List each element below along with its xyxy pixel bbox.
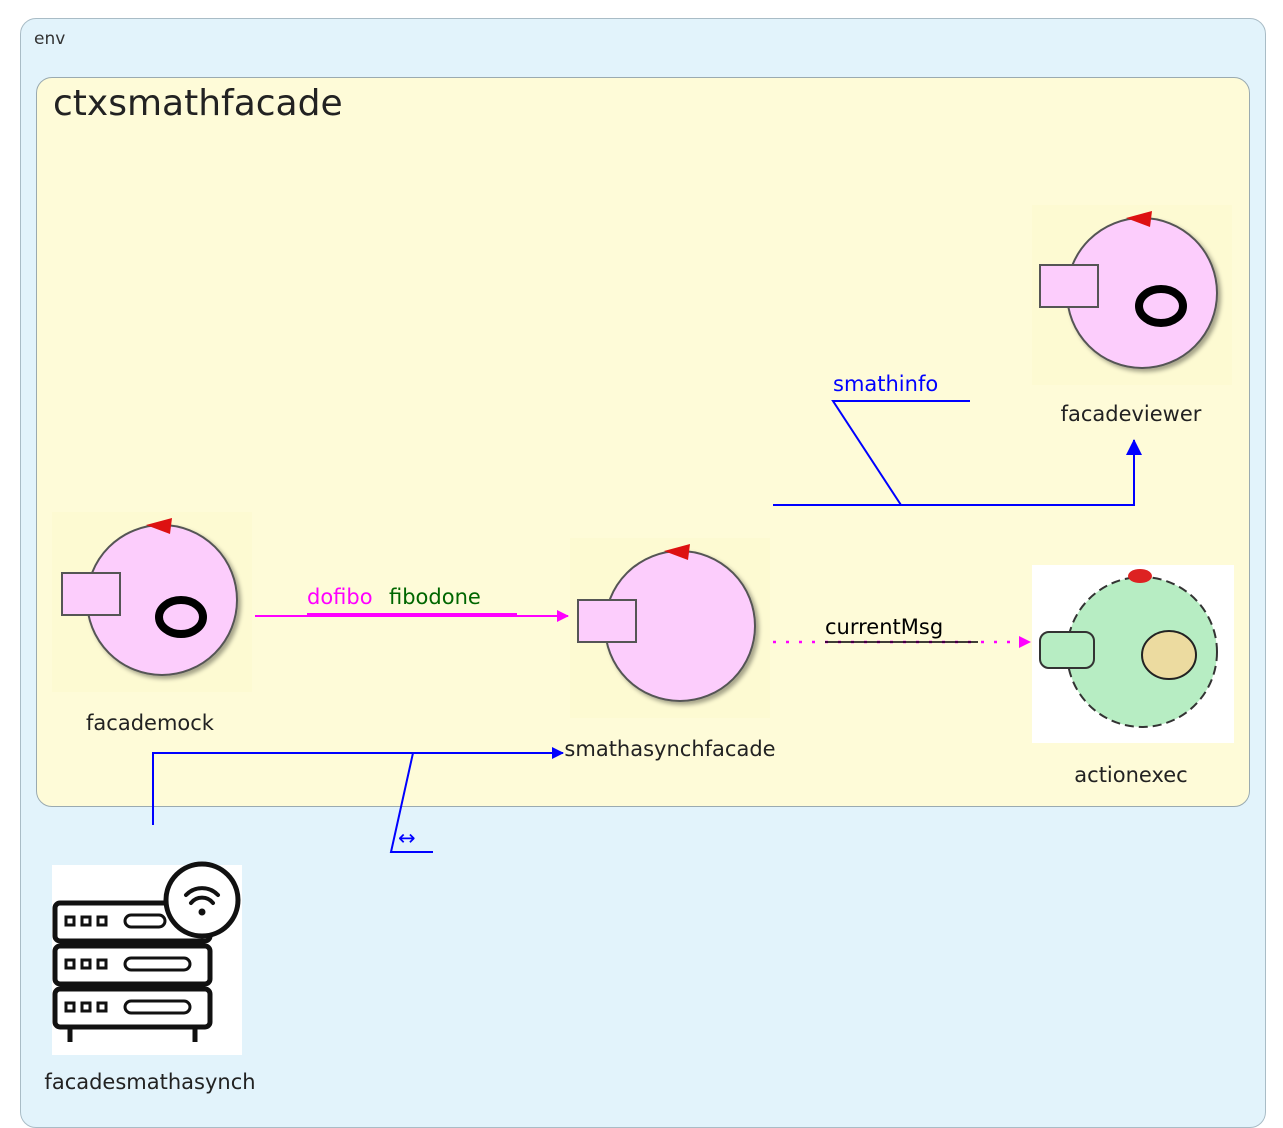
- smathasynchfacade-label: smathasynchfacade: [564, 737, 776, 761]
- facadeviewer-actor-icon[interactable]: [1032, 205, 1232, 385]
- facadeviewer-label: facadeviewer: [1060, 402, 1202, 426]
- facadesmathasynch-label: facadesmathasynch: [44, 1070, 256, 1094]
- bidirectional-label: ↔: [398, 826, 416, 850]
- fibodone-label: fibodone: [389, 585, 481, 609]
- actionexec-label: actionexec: [1074, 763, 1188, 787]
- smathasynchfacade-actor-icon[interactable]: [570, 538, 770, 718]
- smathinfo-leader-line: [831, 400, 970, 506]
- dofibo-label: dofibo: [307, 585, 373, 609]
- smathinfo-label: smathinfo: [833, 372, 939, 396]
- smathinfo-arrowhead: [1126, 439, 1142, 455]
- currentmsg-label: currentMsg: [825, 615, 944, 639]
- facademock-label: facademock: [86, 711, 214, 735]
- bidirectional-link-line[interactable]: [152, 747, 564, 825]
- smathinfo-link-line[interactable]: [773, 440, 1135, 506]
- actionexec-exec-icon[interactable]: [1032, 565, 1234, 743]
- server-rack-wifi-icon[interactable]: [52, 861, 242, 1055]
- facademock-actor-icon[interactable]: [52, 512, 252, 692]
- diagram-canvas: [52, 205, 1234, 1055]
